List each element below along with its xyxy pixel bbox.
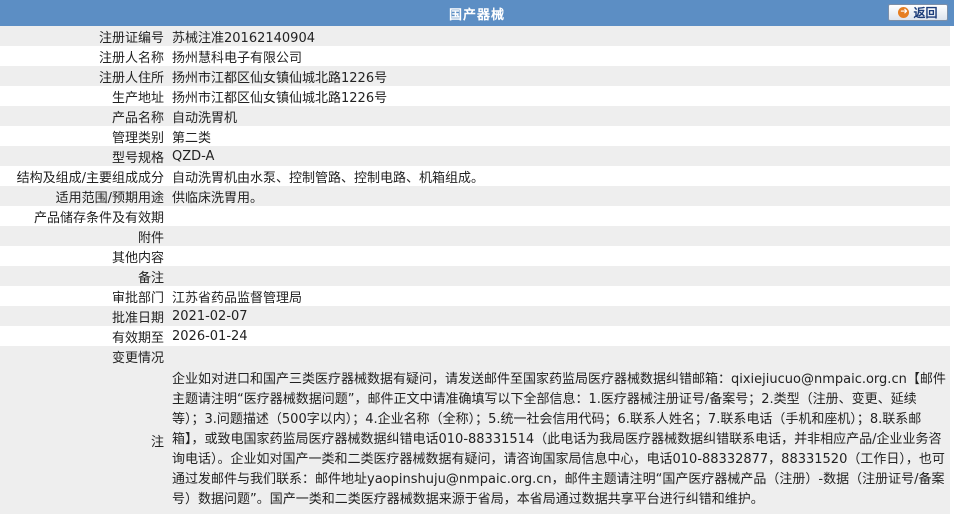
field-label: 注册人住所 [0,66,168,86]
field-value: 苏械注准20162140904 [168,26,950,46]
field-label: 管理类别 [0,126,168,146]
field-value: 自动洗胃机 [168,106,950,126]
field-label: 产品名称 [0,106,168,126]
field-value: 自动洗胃机由水泵、控制管路、控制电路、机箱组成。 [168,166,950,186]
note-text: 企业如对进口和国产三类医疗器械数据有疑问，请发送邮件至国家药监局医疗器械数据纠错… [172,372,946,507]
field-value: 扬州慧科电子有限公司 [168,46,950,66]
field-value: QZD-A [168,146,950,166]
table-row: 产品名称 自动洗胃机 [0,106,950,126]
table-row: 注册证编号 苏械注准20162140904 [0,26,950,46]
field-label: 注册人名称 [0,46,168,66]
table-row: 管理类别 第二类 [0,126,950,146]
field-value: 2021-02-07 [168,306,950,326]
table-row: 审批部门 江苏省药品监督管理局 [0,286,950,306]
field-label: 有效期至 [0,326,168,346]
table-row: 附件 [0,226,950,246]
back-button[interactable]: ➜ 返回 [888,4,948,21]
back-button-label: 返回 [913,6,938,20]
note-label: 注 [0,366,168,514]
field-label: 批准日期 [0,306,168,326]
field-value: 2026-01-24 [168,326,950,346]
field-label: 注册证编号 [0,26,168,46]
device-detail-table: 注册证编号 苏械注准20162140904 注册人名称 扬州慧科电子有限公司 注册人… [0,26,950,514]
field-value [168,226,950,246]
field-value: 第二类 [168,126,950,146]
table-row: 产品储存条件及有效期 [0,206,950,226]
field-label: 适用范围/预期用途 [0,186,168,206]
note-row: 注 企业如对进口和国产三类医疗器械数据有疑问，请发送邮件至国家药监局医疗器械数据… [0,366,950,514]
table-row: 注册人名称 扬州慧科电子有限公司 [0,46,950,66]
field-value [168,246,950,266]
table-row: 生产地址 扬州市江都区仙女镇仙城北路1226号 [0,86,950,106]
table-row: 备注 [0,266,950,286]
field-label: 变更情况 [0,346,168,366]
table-row: 其他内容 [0,246,950,266]
table-row: 变更情况 [0,346,950,366]
field-value: 江苏省药品监督管理局 [168,286,950,306]
table-row: 批准日期 2021-02-07 [0,306,950,326]
field-value [168,346,950,366]
back-arrow-icon: ➜ [898,7,910,18]
table-row: 结构及组成/主要组成成分 自动洗胃机由水泵、控制管路、控制电路、机箱组成。 [0,166,950,186]
field-label: 其他内容 [0,246,168,266]
field-label: 备注 [0,266,168,286]
field-label: 生产地址 [0,86,168,106]
field-label: 附件 [0,226,168,246]
field-label: 型号规格 [0,146,168,166]
field-label: 结构及组成/主要组成成分 [0,166,168,186]
table-row: 适用范围/预期用途 供临床洗胃用。 [0,186,950,206]
field-value [168,206,950,226]
field-value [168,266,950,286]
field-value: 扬州市江都区仙女镇仙城北路1226号 [168,86,950,106]
field-value: 扬州市江都区仙女镇仙城北路1226号 [168,66,950,86]
field-label: 审批部门 [0,286,168,306]
field-value: 供临床洗胃用。 [168,186,950,206]
table-row: 注册人住所 扬州市江都区仙女镇仙城北路1226号 [0,66,950,86]
table-row: 有效期至 2026-01-24 [0,326,950,346]
field-label: 产品储存条件及有效期 [0,206,168,226]
page-header: 国产器械 ➜ 返回 [0,0,954,26]
table-row: 型号规格 QZD-A [0,146,950,166]
page-title: 国产器械 [448,7,505,23]
